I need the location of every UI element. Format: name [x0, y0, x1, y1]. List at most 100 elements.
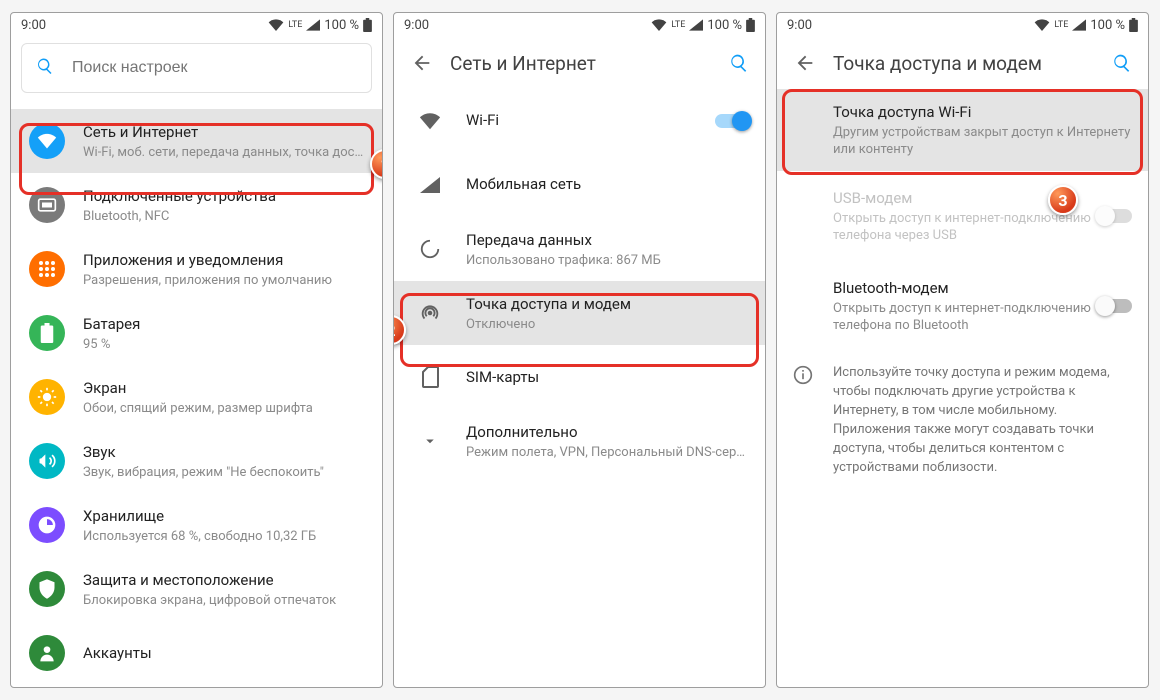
battery-icon	[363, 18, 372, 32]
row-label: Хранилище	[83, 506, 366, 526]
toolbar: Сеть и Интернет	[394, 37, 765, 89]
clock: 9:00	[787, 18, 812, 33]
battery-label: 100 %	[707, 18, 742, 33]
screen-hotspot: 9:00 LTE 100 % Точка доступа и модем Точ…	[776, 12, 1149, 688]
screen-settings-root: 9:00 LTE 100 % Сеть и ИнтернетWi-Fi, моб…	[10, 12, 383, 688]
row-sub: Другим устройствам закрыт доступ к Интер…	[833, 124, 1132, 158]
row-label: Аккаунты	[83, 643, 366, 663]
row-icon	[25, 311, 69, 355]
bt-toggle[interactable]	[1098, 299, 1132, 313]
search-settings[interactable]	[21, 43, 372, 93]
row-sub: 95 %	[83, 336, 366, 353]
settings-row[interactable]: Приложения и уведомления Разрешения, прил…	[11, 237, 382, 301]
row-icon	[25, 439, 69, 483]
row-label: Мобильная сеть	[466, 174, 749, 194]
toolbar: Точка доступа и модем	[777, 37, 1148, 89]
signal-icon	[306, 19, 320, 31]
settings-row[interactable]: Экран Обои, спящий режим, размер шрифта	[11, 365, 382, 429]
data-usage-icon	[408, 227, 452, 271]
lte-label: LTE	[671, 20, 685, 30]
clock: 9:00	[404, 18, 429, 33]
row-sub: Отключено	[466, 316, 749, 333]
row-label: Батарея	[83, 314, 366, 334]
page-title: Сеть и Интернет	[438, 52, 721, 75]
row-icon	[25, 631, 69, 675]
row-data-usage[interactable]: Передача данных Использовано трафика: 86…	[394, 217, 765, 281]
row-label: SIM-карты	[466, 367, 749, 387]
row-sub: Обои, спящий режим, размер шрифта	[83, 400, 366, 417]
row-advanced[interactable]: Дополнительно Режим полета, VPN, Персона…	[394, 409, 765, 473]
row-label: Точка доступа и модем	[466, 294, 749, 314]
lte-label: LTE	[1054, 20, 1068, 30]
settings-row[interactable]: Сеть и ИнтернетWi-Fi, моб. сети, передач…	[11, 109, 382, 173]
status-bar: 9:00 LTE 100 %	[394, 13, 765, 37]
row-icon	[25, 247, 69, 291]
sim-icon	[408, 355, 452, 399]
usb-toggle	[1098, 209, 1132, 223]
row-icon	[25, 183, 69, 227]
battery-icon	[1129, 18, 1138, 32]
signal-icon	[1072, 19, 1086, 31]
info-text: Используйте точку доступа и режим модема…	[777, 351, 1148, 477]
row-label: Передача данных	[466, 230, 749, 250]
status-icons: LTE 100 %	[268, 18, 372, 33]
settings-row[interactable]: Звук Звук, вибрация, режим "Не беспокоить…	[11, 429, 382, 493]
row-bt-tether[interactable]: Bluetooth-модем Открыть доступ к интерне…	[777, 261, 1148, 351]
info-icon	[793, 363, 833, 477]
row-icon	[25, 375, 69, 419]
row-wifi-hotspot[interactable]: Точка доступа Wi-Fi Другим устройствам з…	[777, 89, 1148, 171]
status-icons: LTE 100 %	[1034, 18, 1138, 33]
back-button[interactable]	[406, 52, 438, 74]
row-sim[interactable]: SIM-карты	[394, 345, 765, 409]
row-sub: Используется 68 %, свободно 10,32 ГБ	[83, 528, 366, 545]
hotspot-icon	[408, 291, 452, 335]
row-wifi[interactable]: Wi-Fi	[394, 89, 765, 153]
search-icon	[36, 57, 54, 79]
wifi-toggle[interactable]	[715, 114, 749, 128]
settings-row[interactable]: Хранилище Используется 68 %, свободно 10,…	[11, 493, 382, 557]
row-mobile[interactable]: Мобильная сеть	[394, 153, 765, 217]
status-icons: LTE 100 %	[651, 18, 755, 33]
signal-icon	[689, 19, 703, 31]
settings-row[interactable]: Защита и местоположениеБлокировка экрана…	[11, 557, 382, 621]
row-icon	[25, 503, 69, 547]
wifi-icon	[1034, 19, 1050, 31]
row-sub: Разрешения, приложения по умолчанию	[83, 272, 366, 289]
screen-network: 9:00 LTE 100 % Сеть и Интернет Wi-Fi	[393, 12, 766, 688]
info-body: Используйте точку доступа и режим модема…	[833, 363, 1128, 477]
row-sub: Блокировка экрана, цифровой отпечаток	[83, 592, 366, 609]
row-icon	[25, 567, 69, 611]
row-sub: Режим полета, VPN, Персональный DNS-серв…	[466, 444, 749, 461]
search-input[interactable]	[72, 59, 357, 77]
row-sub: Wi-Fi, моб. сети, передача данных, точка…	[83, 144, 366, 161]
search-button[interactable]	[1104, 53, 1140, 73]
row-label: Bluetooth-модем	[833, 278, 1098, 298]
search-button[interactable]	[721, 53, 757, 73]
settings-row[interactable]: Батарея 95 %	[11, 301, 382, 365]
status-bar: 9:00 LTE 100 %	[11, 13, 382, 37]
row-label: Экран	[83, 378, 366, 398]
lte-label: LTE	[288, 21, 302, 30]
settings-row[interactable]: Аккаунты	[11, 621, 382, 685]
status-bar: 9:00 LTE 100 %	[777, 13, 1148, 37]
row-label: Точка доступа Wi-Fi	[833, 102, 1132, 122]
settings-row[interactable]: Подключенные устройстваBluetooth, NFC	[11, 173, 382, 237]
row-sub: Звук, вибрация, режим "Не беспокоить"	[83, 464, 366, 481]
row-label: Wi-Fi	[466, 110, 715, 130]
wifi-icon	[651, 19, 667, 31]
row-label: Звук	[83, 442, 366, 462]
wifi-icon	[408, 99, 452, 143]
row-hotspot[interactable]: Точка доступа и модем Отключено	[394, 281, 765, 345]
back-button[interactable]	[789, 52, 821, 74]
row-sub: Bluetooth, NFC	[83, 208, 366, 225]
signal-icon	[408, 163, 452, 207]
chevron-down-icon	[408, 419, 452, 463]
page-title: Точка доступа и модем	[821, 52, 1104, 75]
row-sub: Открыть доступ к интернет-подключению те…	[833, 300, 1098, 334]
row-usb-tether: USB-модем Открыть доступ к интернет-подк…	[777, 171, 1148, 261]
row-label: Приложения и уведомления	[83, 250, 366, 270]
clock: 9:00	[21, 18, 46, 33]
row-sub: Открыть доступ к интернет-подключению те…	[833, 210, 1098, 244]
row-label: USB-модем	[833, 188, 1098, 208]
row-icon	[25, 119, 69, 163]
